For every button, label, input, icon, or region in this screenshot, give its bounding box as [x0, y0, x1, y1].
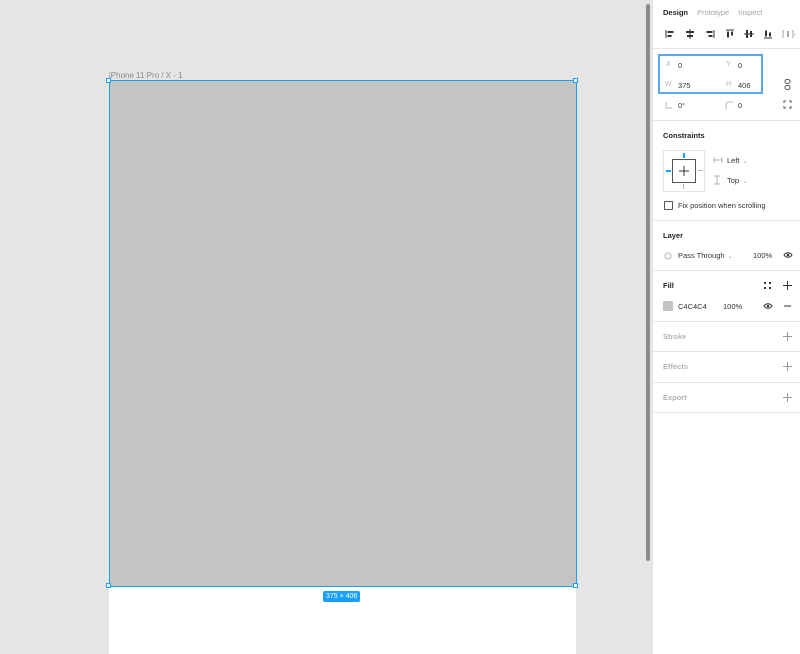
fill-opacity-field[interactable]: 100%: [723, 302, 742, 311]
eye-icon[interactable]: [763, 302, 773, 310]
divider: [653, 120, 800, 121]
canvas-scrollbar-thumb[interactable]: [646, 4, 650, 561]
resize-handle-top-left[interactable]: [106, 78, 111, 83]
vertical-constraint-icon: [714, 175, 720, 185]
h-label: H: [726, 81, 732, 88]
vertical-constraint-value: Top: [727, 176, 740, 185]
rotation-field[interactable]: 0°: [678, 101, 685, 110]
design-panel: Design Prototype Inspect X 0 Y 0 W 375 H…: [652, 0, 800, 654]
horizontal-constraint-icon: [713, 157, 723, 163]
tab-inspect[interactable]: Inspect: [738, 8, 762, 17]
fix-position-label[interactable]: Fix position when scrolling: [678, 201, 766, 210]
y-field[interactable]: 0: [738, 61, 742, 70]
align-right-icon[interactable]: [703, 27, 717, 41]
add-effect-icon[interactable]: [783, 362, 792, 371]
rotation-icon: [665, 102, 672, 109]
resize-handle-top-right[interactable]: [573, 78, 578, 83]
corner-radius-field[interactable]: 0: [738, 101, 742, 110]
fill-title: Fill: [663, 281, 674, 290]
align-top-icon[interactable]: [723, 27, 737, 41]
y-label: Y: [726, 61, 731, 68]
panel-tabs: Design Prototype Inspect: [663, 8, 762, 17]
align-horizontal-center-icon[interactable]: [683, 27, 697, 41]
height-field[interactable]: 406: [738, 81, 751, 90]
fill-color-swatch[interactable]: [663, 301, 673, 311]
x-field[interactable]: 0: [678, 61, 682, 70]
align-bottom-icon[interactable]: [761, 27, 775, 41]
plus-icon: [679, 166, 689, 176]
chevron-down-icon: ⌄: [742, 159, 748, 165]
dimension-badge: 375 × 406: [323, 591, 361, 602]
chevron-down-icon: ⌄: [742, 179, 748, 185]
divider: [653, 321, 800, 322]
distribute-icon[interactable]: [781, 27, 795, 41]
tab-design[interactable]: Design: [663, 8, 688, 17]
constraint-bottom-bar[interactable]: [683, 184, 684, 189]
align-vertical-center-icon[interactable]: [742, 27, 756, 41]
w-label: W: [665, 81, 672, 88]
chevron-down-icon: ⌄: [727, 254, 733, 260]
blend-mode-select[interactable]: Pass Through ⌄: [678, 251, 733, 260]
blend-mode-icon: [664, 252, 672, 260]
add-export-icon[interactable]: [783, 393, 792, 402]
divider: [653, 48, 800, 49]
effects-title: Effects: [663, 362, 689, 371]
constraints-widget[interactable]: [663, 150, 705, 192]
add-stroke-icon[interactable]: [783, 332, 792, 341]
remove-fill-icon[interactable]: [783, 302, 792, 310]
vertical-constraint-select[interactable]: Top ⌄: [727, 176, 747, 185]
add-fill-icon[interactable]: [783, 281, 792, 290]
blend-mode-value: Pass Through: [678, 251, 725, 260]
alignment-toolbar: [661, 27, 800, 41]
stroke-title: Stroke: [663, 332, 687, 341]
resize-handle-bottom-left[interactable]: [106, 583, 111, 588]
width-field[interactable]: 375: [678, 81, 691, 90]
eye-icon[interactable]: [783, 251, 793, 259]
constraint-top-bar[interactable]: [683, 153, 685, 158]
export-title: Export: [663, 393, 687, 402]
fill-hex-field[interactable]: C4C4C4: [678, 302, 707, 311]
selected-rectangle[interactable]: [109, 80, 577, 587]
canvas[interactable]: iPhone 11 Pro / X - 1 375 × 406: [0, 0, 644, 654]
layer-title: Layer: [663, 231, 684, 240]
corner-radius-icon: [725, 101, 733, 109]
horizontal-constraint-select[interactable]: Left ⌄: [727, 156, 748, 165]
divider: [653, 382, 800, 383]
independent-corners-icon[interactable]: [783, 100, 792, 109]
divider: [653, 412, 800, 413]
constraints-title: Constraints: [663, 131, 705, 140]
constraint-left-bar[interactable]: [666, 170, 671, 172]
styles-grid-icon[interactable]: [763, 281, 772, 290]
constrain-proportions-icon[interactable]: [783, 79, 792, 90]
divider: [653, 351, 800, 352]
fix-position-checkbox[interactable]: [664, 201, 673, 210]
resize-handle-bottom-right[interactable]: [573, 583, 578, 588]
layer-opacity-field[interactable]: 100%: [753, 251, 772, 260]
constraints-inner-box: [672, 159, 696, 183]
divider: [653, 220, 800, 221]
frame-name-label[interactable]: iPhone 11 Pro / X - 1: [109, 71, 183, 80]
divider: [653, 270, 800, 271]
horizontal-constraint-value: Left: [727, 156, 740, 165]
tab-prototype[interactable]: Prototype: [697, 8, 729, 17]
constraint-right-bar[interactable]: [698, 170, 703, 171]
align-left-icon[interactable]: [663, 27, 677, 41]
x-label: X: [666, 61, 671, 68]
